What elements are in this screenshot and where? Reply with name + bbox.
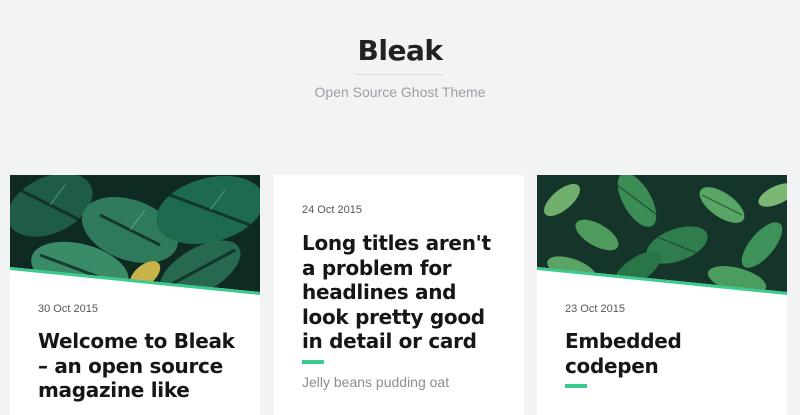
post-date: 24 Oct 2015 [302,204,362,216]
title-divider [355,74,443,75]
post-title[interactable]: Long titles aren't a problem for headlin… [302,231,508,354]
post-date: 23 Oct 2015 [565,303,625,315]
post-date: 30 Oct 2015 [38,303,98,315]
post-excerpt: Jelly beans pudding oat [302,374,450,390]
accent-bar [565,384,587,388]
site-description: Open Source Ghost Theme [314,84,486,100]
post-card-image[interactable] [537,175,787,295]
post-card[interactable]: 23 Oct 2015 Embedded codepen [537,175,787,415]
post-card-image[interactable] [10,175,260,295]
green-leaves-image [537,175,787,295]
post-card[interactable]: 30 Oct 2015 Welcome to Bleak – an open s… [10,175,260,415]
accent-bar [302,360,324,364]
site-title[interactable]: Bleak [0,34,800,67]
site-header: Bleak Open Source Ghost Theme [0,0,800,160]
tropical-leaves-image [10,175,260,295]
post-card[interactable]: 24 Oct 2015 Long titles aren't a problem… [274,175,524,415]
post-title[interactable]: Embedded codepen [565,329,771,378]
post-title[interactable]: Welcome to Bleak – an open source magazi… [38,329,244,403]
